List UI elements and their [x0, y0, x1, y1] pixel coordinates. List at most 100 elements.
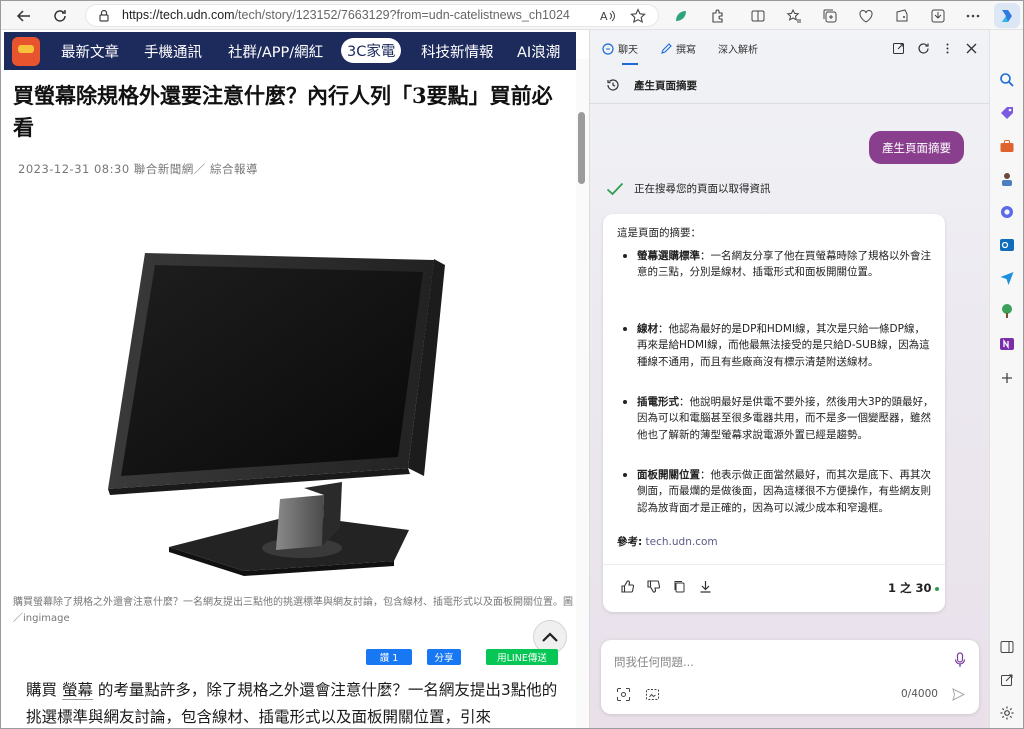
- download-icon[interactable]: [696, 577, 714, 595]
- reference-label: 參考:: [617, 536, 643, 548]
- refresh-icon[interactable]: [49, 5, 71, 27]
- tree-icon[interactable]: [999, 303, 1015, 319]
- user-message-text: 產生頁面摘要: [882, 140, 951, 155]
- conversation-header: 產生頁面摘要: [590, 66, 990, 104]
- user-message-bubble: 產生頁面摘要: [869, 131, 964, 164]
- more-menu-icon[interactable]: [963, 6, 983, 26]
- edge-sidebar: [989, 30, 1023, 728]
- turn-counter: 1 之 30: [888, 580, 939, 596]
- svg-text:A: A: [600, 10, 608, 23]
- tab-chat[interactable]: 聊天: [602, 41, 638, 65]
- external-link-icon[interactable]: [999, 672, 1015, 688]
- address-bar[interactable]: https://tech.udn.com/tech/story/123152/7…: [85, 4, 659, 27]
- page-scrollbar-thumb[interactable]: [578, 112, 585, 184]
- bullet-heading: 插電形式: [637, 396, 679, 408]
- history-icon[interactable]: [606, 77, 620, 91]
- card-divider: [603, 564, 945, 565]
- line-share-button[interactable]: 用LINE傳送: [486, 649, 558, 665]
- checkmark-icon: [606, 182, 624, 195]
- reference-link[interactable]: tech.udn.com: [646, 536, 718, 548]
- browser-essentials-icon[interactable]: [856, 6, 876, 26]
- add-icon[interactable]: [999, 370, 1015, 386]
- udn-logo[interactable]: [12, 37, 40, 66]
- split-screen-icon[interactable]: [748, 6, 768, 26]
- tab-insights[interactable]: 深入解析: [718, 41, 758, 56]
- thumbs-down-icon[interactable]: [644, 577, 662, 595]
- article-body: 購買 螢幕 的考量點許多，除了規格之外還會注意什麼？一名網友提出3點他的挑選標準…: [26, 677, 566, 728]
- chat-input-box[interactable]: 問我任何問題... 0/4000: [601, 640, 979, 714]
- status-text: 正在搜尋您的頁面以取得資訊: [634, 183, 771, 195]
- screenshot-icon[interactable]: [615, 686, 631, 702]
- close-icon[interactable]: [963, 40, 979, 56]
- search-status: 正在搜尋您的頁面以取得資訊: [606, 181, 771, 196]
- character-count: 0/4000: [901, 688, 938, 700]
- keyword-link[interactable]: 螢幕: [61, 681, 93, 700]
- summary-bullet: 面板開關位置：他表示做正面當然最好，而其次是底下、再其次側面，而最爛的是做後面，…: [623, 467, 935, 516]
- onenote-icon[interactable]: [999, 336, 1015, 352]
- refresh-chat-icon[interactable]: [915, 40, 931, 56]
- url-host: https://tech.udn.com: [122, 8, 235, 22]
- web-page: 最新文章 手機通訊 社群/APP/網紅 3C家電 科技新情報 AI浪潮 買螢幕除…: [1, 30, 589, 728]
- share-label: 分享: [434, 653, 454, 664]
- wallet-icon[interactable]: [892, 6, 912, 26]
- tools-briefcase-icon[interactable]: [999, 138, 1015, 154]
- line-share-label: 用LINE傳送: [497, 653, 547, 664]
- compose-icon: [661, 42, 672, 54]
- facebook-like-button[interactable]: 讚 1: [366, 649, 412, 665]
- lock-icon[interactable]: [96, 8, 112, 24]
- read-aloud-icon[interactable]: A: [598, 6, 618, 26]
- copilot-tabs: 聊天 撰寫 深入解析: [590, 30, 990, 66]
- collections-icon[interactable]: [820, 6, 840, 26]
- tab-compose[interactable]: 撰寫: [660, 41, 696, 56]
- article-meta: 2023-12-31 08:30 聯合新聞網／ 綜合報導: [18, 162, 258, 176]
- nav-item-social[interactable]: 社群/APP/網紅: [228, 41, 323, 62]
- nav-item-ai[interactable]: AI浪潮: [517, 41, 560, 62]
- extensions-puzzle-icon[interactable]: [708, 6, 728, 26]
- summary-bullet: 螢幕選購標準：一名網友分享了他在買螢幕時除了規格以外會注意的三點，分別是線材、插…: [623, 248, 935, 281]
- settings-gear-icon[interactable]: [999, 705, 1015, 721]
- microsoft-365-icon[interactable]: [999, 204, 1015, 220]
- url-text: https://tech.udn.com/tech/story/123152/7…: [122, 8, 570, 22]
- send-icon[interactable]: [950, 686, 966, 702]
- tab-chat-label: 聊天: [618, 45, 638, 56]
- turn-counter-text: 1 之 30: [888, 581, 932, 595]
- favorite-star-icon[interactable]: [628, 6, 648, 26]
- games-icon[interactable]: [999, 171, 1015, 187]
- downloads-icon[interactable]: [928, 6, 948, 26]
- monitor-photo: [4, 206, 576, 588]
- drop-send-icon[interactable]: [999, 270, 1015, 286]
- shopping-tag-icon[interactable]: [999, 105, 1015, 121]
- nav-item-tech-news[interactable]: 科技新情報: [421, 41, 494, 62]
- nav-item-mobile[interactable]: 手機通訊: [144, 41, 202, 62]
- chat-icon: [602, 42, 614, 55]
- copy-icon[interactable]: [670, 577, 688, 595]
- copilot-icon[interactable]: [994, 3, 1020, 28]
- thumbs-up-icon[interactable]: [618, 577, 636, 595]
- facebook-share-button[interactable]: 分享: [427, 649, 461, 665]
- summary-bullet: 線材：他認為最好的是DP和HDMI線，其次是只給一條DP線，再來是給HDMI線，…: [623, 321, 935, 370]
- bullet-heading: 線材: [637, 323, 658, 335]
- bullet-text: ：他認為最好的是DP和HDMI線，其次是只給一條DP線，再來是給HDMI線，而他…: [637, 323, 930, 368]
- summary-intro: 這是頁面的摘要：: [617, 227, 701, 239]
- photo-caption: 購買螢幕除了規格之外還會注意什麼？一名網友提出三點他的挑選標準與網友討論，包含線…: [13, 597, 573, 624]
- bullet-heading: 面板開關位置: [637, 469, 700, 481]
- browser-window: https://tech.udn.com/tech/story/123152/7…: [0, 0, 1024, 729]
- tab-compose-label: 撰寫: [676, 45, 696, 56]
- extension-leaf-icon[interactable]: [671, 6, 691, 26]
- back-icon[interactable]: [13, 5, 35, 27]
- open-in-new-tab-icon[interactable]: [890, 40, 906, 56]
- outlook-icon[interactable]: [999, 237, 1015, 253]
- nav-item-latest[interactable]: 最新文章: [61, 41, 119, 62]
- bullet-heading: 螢幕選購標準: [637, 250, 700, 262]
- nav-item-3c[interactable]: 3C家電: [341, 38, 402, 63]
- chevron-up-icon: [542, 632, 558, 642]
- microphone-icon[interactable]: [952, 652, 968, 668]
- url-path: /tech/story/123152/7663129?from=udn-cate…: [234, 8, 570, 22]
- pane-more-icon[interactable]: [939, 40, 955, 56]
- summary-card: 這是頁面的摘要： 螢幕選購標準：一名網友分享了他在買螢幕時除了規格以外會注意的三…: [603, 214, 945, 612]
- search-icon[interactable]: [999, 72, 1015, 88]
- sidebar-layout-icon[interactable]: [999, 639, 1015, 655]
- image-input-icon[interactable]: [644, 686, 660, 702]
- favorites-icon[interactable]: [784, 6, 804, 26]
- chat-input[interactable]: 問我任何問題...: [614, 654, 694, 670]
